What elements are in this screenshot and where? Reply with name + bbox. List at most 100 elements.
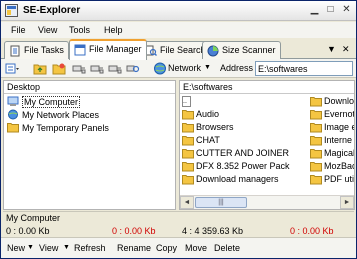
file-item-parent[interactable]: .. [182, 96, 302, 108]
new-folder-icon[interactable] [52, 62, 66, 75]
folder-icon [310, 149, 322, 159]
parent-dir-icon: .. [182, 96, 191, 107]
tab-label: Size Scanner [222, 45, 276, 55]
right-pane: E:\softwares .. Audio Browsers CHAT CUTT… [179, 80, 355, 210]
file-item-label: Audio [196, 109, 220, 119]
left-pane-header: Desktop [4, 81, 175, 94]
tab-file-manager[interactable]: File Manager [69, 39, 147, 60]
tab-label: File Search [160, 45, 206, 55]
tree-item-label: My Temporary Panels [22, 123, 109, 133]
scroll-left-icon[interactable]: ◄ [180, 196, 194, 209]
tab-size-scanner[interactable]: Size Scanner [202, 41, 281, 59]
file-item[interactable]: Audio [182, 109, 302, 121]
network-button[interactable]: Network [168, 63, 201, 73]
file-item-label: MozBac [324, 161, 355, 171]
file-item-label: Downlo [324, 96, 355, 106]
file-item-label: Evernot [324, 109, 355, 119]
network-globe-icon [154, 62, 166, 75]
file-item[interactable]: Download managers [182, 174, 302, 186]
view-dropdown-icon[interactable]: ▼ [63, 244, 70, 251]
file-item[interactable]: PDF util [310, 174, 355, 186]
network-places-icon [8, 109, 18, 120]
app-window: SE-Explorer ▁ □ ✕ File View Tools Help F… [0, 0, 357, 259]
size-scanner-icon [207, 45, 219, 57]
folder-icon [310, 123, 322, 133]
menu-help[interactable]: Help [104, 25, 123, 35]
folder-icon [310, 110, 322, 120]
new-button[interactable]: New [7, 243, 25, 253]
scroll-thumb[interactable]: ||| [195, 197, 247, 208]
close-button[interactable]: ✕ [339, 4, 354, 18]
window-title: SE-Explorer [23, 5, 81, 16]
minimize-button[interactable]: ▁ [307, 4, 322, 18]
delete-button[interactable]: Delete [214, 243, 240, 253]
file-item[interactable]: CUTTER AND JOINER [182, 148, 302, 160]
file-item[interactable]: Image e [310, 122, 355, 134]
new-dropdown-icon[interactable]: ▼ [27, 244, 34, 251]
file-tasks-icon [10, 45, 20, 57]
computer-icon [7, 96, 19, 106]
folder-icon [310, 136, 322, 146]
rename-button[interactable]: Rename [117, 243, 151, 253]
file-item-label: Interne [324, 135, 353, 145]
file-item[interactable]: DFX 8.352 Power Pack [182, 161, 302, 173]
status-divider [3, 211, 354, 212]
address-input[interactable] [255, 61, 353, 76]
folder-icon [182, 123, 194, 133]
left-status-name: My Computer [6, 213, 61, 223]
file-item[interactable]: Downlo [310, 96, 355, 108]
tab-file-tasks[interactable]: File Tasks [4, 41, 69, 59]
tab-label: File Tasks [24, 45, 64, 55]
tab-file-search[interactable]: File Search [140, 41, 211, 59]
view-button[interactable]: View [39, 243, 58, 253]
tree-item-label: My Computer [22, 96, 81, 108]
move-button[interactable]: Move [185, 243, 207, 253]
file-item[interactable]: Browsers [182, 122, 302, 134]
file-item-label: CUTTER AND JOINER [196, 148, 290, 158]
file-search-icon [145, 45, 157, 56]
menu-bar: File View Tools Help [1, 22, 356, 38]
folder-icon [310, 97, 322, 107]
file-item-label: Image e [324, 122, 355, 132]
folder-icon [182, 110, 194, 120]
folder-up-icon[interactable] [33, 62, 47, 75]
file-manager-icon [74, 44, 86, 56]
file-item-label: Browsers [196, 122, 234, 132]
file-item-label: DFX 8.352 Power Pack [196, 161, 290, 171]
tab-close-button[interactable]: ✕ [342, 44, 350, 55]
file-item[interactable]: Evernot [310, 109, 355, 121]
search-network-icon[interactable] [126, 62, 140, 75]
folder-icon [182, 149, 194, 159]
command-bar: New ▼ View ▼ Refresh Rename Copy Move De… [1, 237, 356, 258]
view-mode-icon[interactable] [5, 62, 19, 75]
folder-icon [7, 123, 19, 133]
folder-icon [182, 136, 194, 146]
toolbar: Network ▼ Address [1, 59, 356, 78]
network-dropdown-icon[interactable]: ▼ [204, 64, 211, 71]
tab-list-dropdown[interactable]: ▼ [327, 44, 336, 54]
disconnect-drive-icon[interactable] [108, 62, 122, 75]
folder-icon [182, 162, 194, 172]
file-item-label: CHAT [196, 135, 220, 145]
folder-icon [310, 162, 322, 172]
menu-tools[interactable]: Tools [69, 25, 90, 35]
file-item-label: PDF util [324, 174, 355, 184]
file-item[interactable]: MozBac [310, 161, 355, 173]
right-pane-header: E:\softwares [180, 81, 354, 94]
horizontal-scrollbar[interactable]: ◄ ||| ► [180, 195, 354, 209]
folder-icon [310, 175, 322, 185]
tab-bar: File Tasks File Manager File Search Size… [1, 39, 356, 60]
refresh-button[interactable]: Refresh [74, 243, 106, 253]
maximize-button[interactable]: □ [323, 4, 338, 18]
copy-button[interactable]: Copy [156, 243, 177, 253]
address-label: Address [220, 63, 254, 73]
file-item[interactable]: Magical [310, 148, 354, 160]
folder-icon [182, 175, 194, 185]
scroll-right-icon[interactable]: ► [340, 196, 354, 209]
network-drive-icon[interactable] [72, 62, 86, 75]
menu-view[interactable]: View [38, 25, 57, 35]
file-item[interactable]: CHAT [182, 135, 302, 147]
file-item[interactable]: Interne [310, 135, 354, 147]
menu-file[interactable]: File [11, 25, 26, 35]
map-drive-icon[interactable] [90, 62, 104, 75]
